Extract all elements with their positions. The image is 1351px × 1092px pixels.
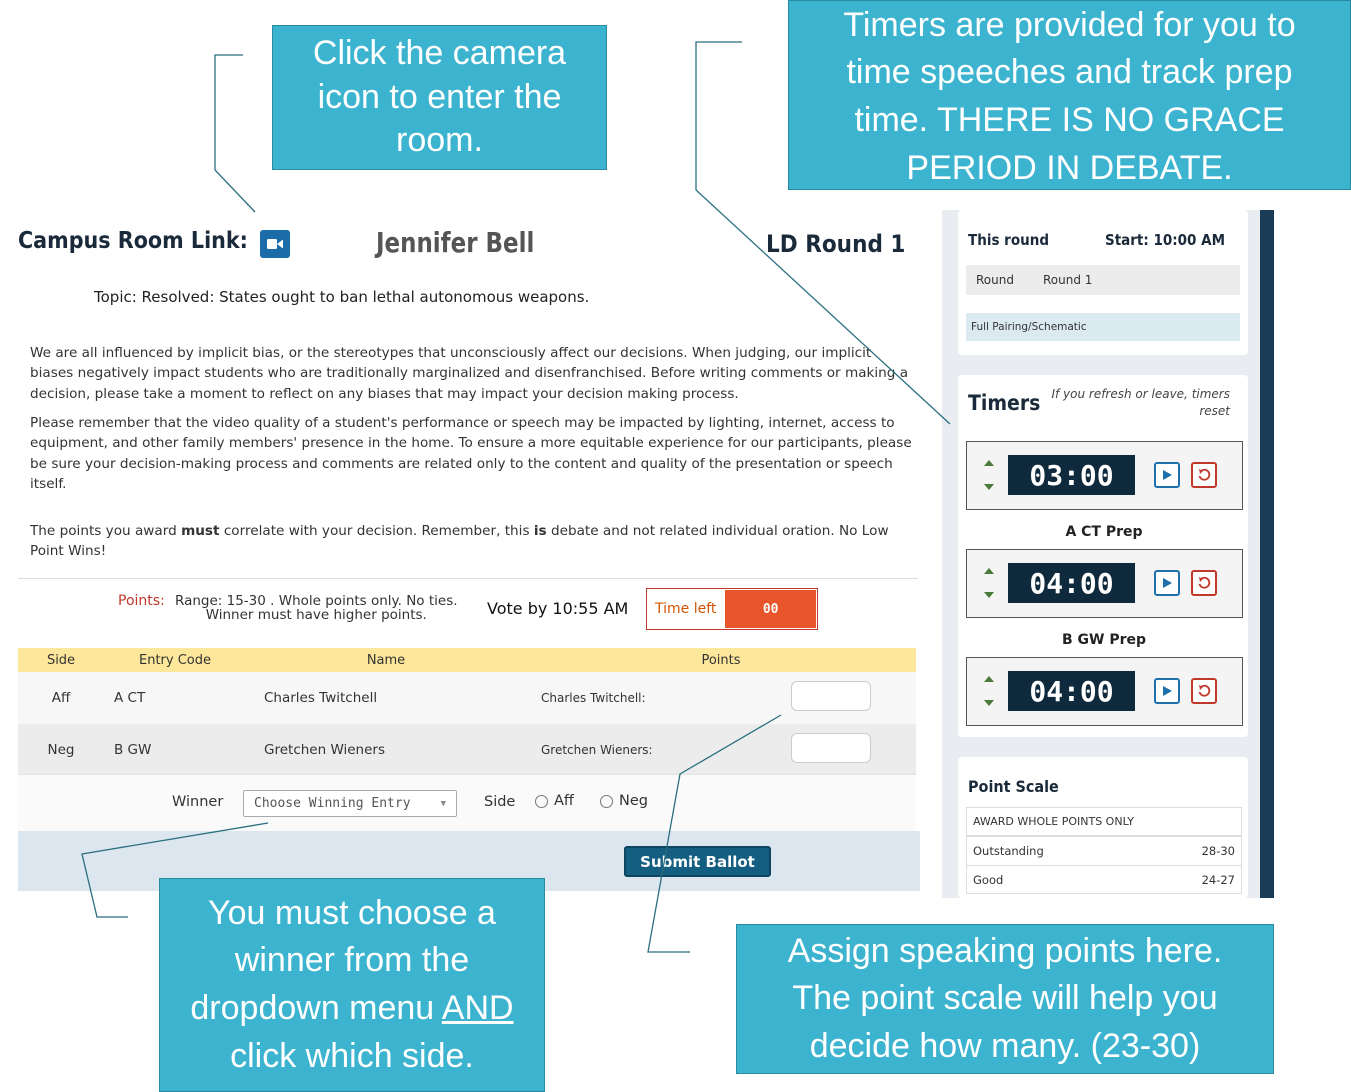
- timer-2-label: B GW Prep: [1061, 632, 1147, 648]
- row-code: A CT: [114, 690, 146, 706]
- implicit-bias-paragraph: We are all influenced by implicit bias, …: [30, 345, 909, 402]
- sidebar-edge: [1260, 210, 1274, 898]
- radio-circle-icon: [600, 794, 613, 808]
- aff-points-input[interactable]: [791, 681, 871, 711]
- play-icon: [1163, 470, 1172, 480]
- time-left-label: Time left: [647, 589, 725, 629]
- neg-points-input[interactable]: [791, 733, 871, 763]
- reset-button[interactable]: [1191, 570, 1217, 596]
- round-card: This round Start: 10:00 AM Round Round 1…: [958, 210, 1248, 355]
- this-round-label: This round: [968, 231, 1049, 249]
- radio-circle-icon: [535, 794, 548, 808]
- adjust-arrows-icon[interactable]: [983, 568, 995, 598]
- side-neg-radio[interactable]: Neg: [600, 793, 648, 809]
- row-code: B GW: [114, 742, 152, 758]
- point-scale-row: Outstanding 28-30: [966, 836, 1242, 865]
- reset-icon: [1198, 468, 1211, 481]
- col-points: Points: [526, 648, 916, 672]
- winner-callout: You must choose a winner from the dropdo…: [159, 878, 545, 1092]
- timer-2-display: 04:00: [1008, 563, 1135, 603]
- campus-room-label: Campus Room Link:: [18, 228, 248, 254]
- points-callout: Assign speaking points here. The point s…: [736, 924, 1274, 1074]
- time-left-value: 00: [725, 590, 816, 628]
- timer-1-display: 03:00: [1008, 455, 1135, 495]
- row-side: Neg: [47, 742, 75, 758]
- points-notice: The points you award must correlate with…: [30, 523, 889, 560]
- chevron-down-icon: ▼: [440, 798, 446, 809]
- table-row: Neg B GW Gretchen Wieners Gretchen Wiene…: [18, 724, 916, 776]
- timer-1-label: A CT Prep: [1065, 524, 1143, 540]
- col-name: Name: [246, 648, 526, 672]
- video-camera-icon: [267, 239, 283, 249]
- side-aff-radio[interactable]: Aff: [535, 793, 574, 809]
- timers-callout: Timers are provided for you to time spee…: [788, 0, 1351, 190]
- entries-table: Side Entry Code Name Points Aff A CT Cha…: [18, 648, 916, 776]
- adjust-arrows-icon[interactable]: [983, 460, 995, 490]
- reset-button[interactable]: [1191, 678, 1217, 704]
- start-time: Start: 10:00 AM: [1105, 231, 1226, 249]
- play-icon: [1163, 686, 1172, 696]
- timer-3-display: 04:00: [1008, 671, 1135, 711]
- point-scale-title: Point Scale: [968, 777, 1059, 796]
- play-button[interactable]: [1154, 678, 1180, 704]
- col-side: Side: [18, 648, 104, 672]
- video-quality-paragraph: Please remember that the video quality o…: [30, 415, 912, 492]
- point-scale-row: Good 24-27: [966, 865, 1242, 894]
- vote-by: Vote by 10:55 AM: [487, 599, 629, 618]
- play-button[interactable]: [1154, 570, 1180, 596]
- row-name: Charles Twitchell: [264, 690, 378, 706]
- time-left-box: Time left 00: [646, 588, 818, 630]
- judge-name: Jennifer Bell: [376, 226, 535, 259]
- point-scale-header: AWARD WHOLE POINTS ONLY: [966, 807, 1242, 836]
- winner-select[interactable]: Choose Winning Entry ▼: [243, 790, 457, 817]
- points-field-label: Charles Twitchell:: [541, 691, 646, 705]
- reset-icon: [1198, 684, 1211, 697]
- round-value: Round 1: [1043, 273, 1093, 287]
- point-scale-card: Point Scale AWARD WHOLE POINTS ONLY Outs…: [958, 757, 1248, 898]
- winner-row: [18, 774, 916, 831]
- side-label: Side: [484, 794, 516, 810]
- col-entry-code: Entry Code: [104, 648, 246, 672]
- winner-label: Winner: [172, 794, 224, 810]
- round-title: LD Round 1: [766, 230, 906, 258]
- round-row: Round Round 1: [966, 265, 1240, 295]
- row-side: Aff: [51, 690, 71, 706]
- camera-callout: Click the camera icon to enter the room.: [272, 25, 607, 170]
- points-label: Points:: [118, 593, 165, 609]
- reset-icon: [1198, 576, 1211, 589]
- points-field-label: Gretchen Wieners:: [541, 743, 653, 757]
- play-button[interactable]: [1154, 462, 1180, 488]
- table-row: Aff A CT Charles Twitchell Charles Twitc…: [18, 672, 916, 724]
- row-name: Gretchen Wieners: [264, 742, 385, 758]
- round-label: Round: [976, 273, 1014, 287]
- adjust-arrows-icon[interactable]: [983, 676, 995, 706]
- points-rules: Range: 15-30 . Whole points only. No tie…: [175, 593, 458, 623]
- submit-ballot-button[interactable]: Submit Ballot: [624, 846, 771, 877]
- camera-button[interactable]: [260, 230, 290, 258]
- timers-note: If you refresh or leave, timers reset: [1051, 387, 1230, 418]
- timers-title: Timers: [968, 391, 1041, 415]
- topic-text: Topic: Resolved: States ought to ban let…: [94, 288, 590, 306]
- play-icon: [1163, 578, 1172, 588]
- full-pairing-link[interactable]: Full Pairing/Schematic: [966, 313, 1240, 341]
- reset-button[interactable]: [1191, 462, 1217, 488]
- divider: [18, 578, 918, 579]
